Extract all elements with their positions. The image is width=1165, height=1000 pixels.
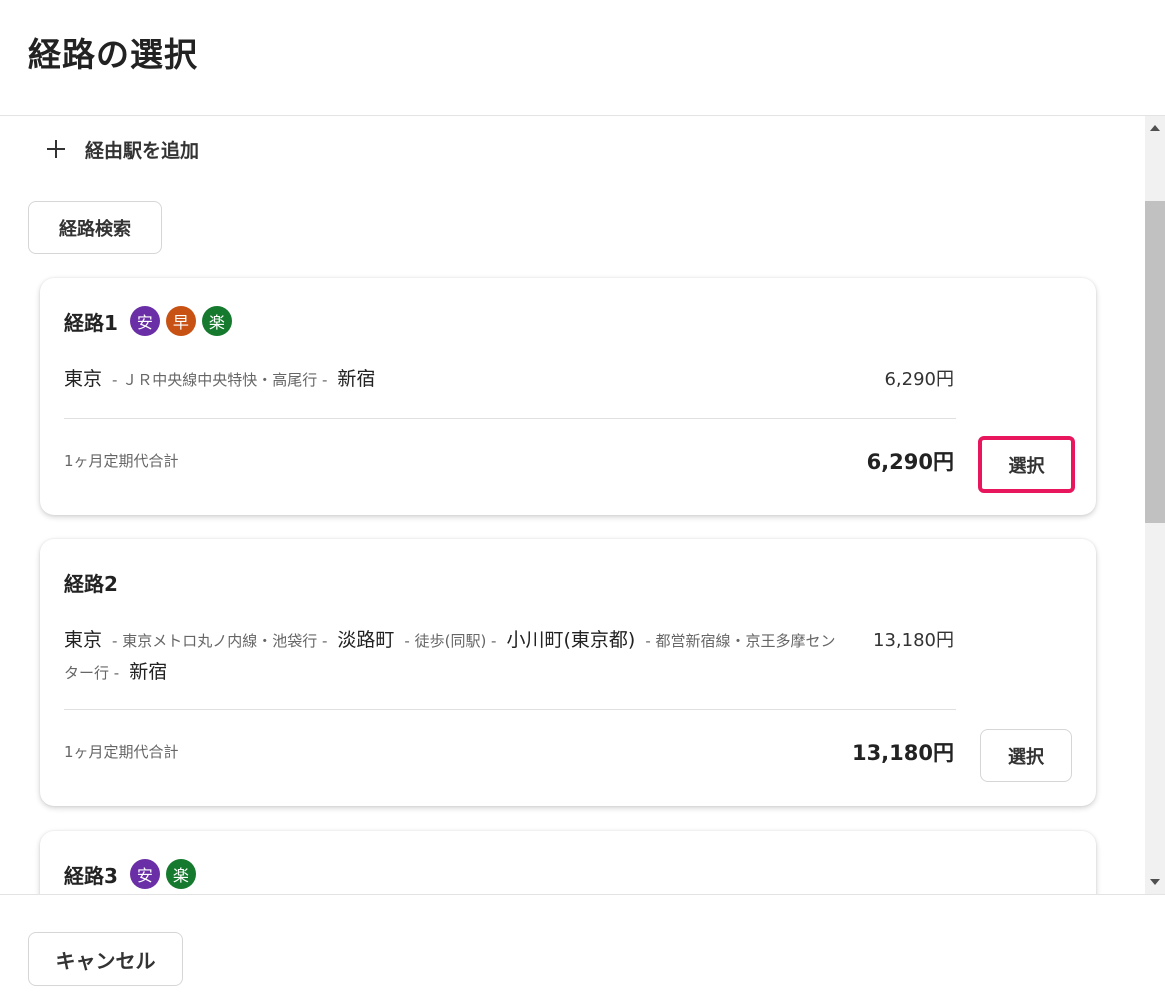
route-path: 東京 - 東京メトロ丸ノ内線・池袋行 - 淡路町 - 徒歩(同駅) - 小川町(東京都)… <box>64 625 844 689</box>
select-route-1-button[interactable]: 選択 <box>978 436 1075 493</box>
select-route-2-button[interactable]: 選択 <box>980 729 1072 782</box>
station-name: 小川町(東京都) <box>506 629 636 651</box>
route-title: 経路3 <box>64 863 118 888</box>
cheap-badge: 安 <box>129 859 160 889</box>
line-name: - 徒歩(同駅) - <box>404 632 497 650</box>
route-title: 経路1 <box>64 310 118 335</box>
scrollbar-thumb[interactable] <box>1145 201 1165 523</box>
fast-badge: 早 <box>165 306 196 336</box>
route-title: 経路2 <box>64 571 118 596</box>
line-name: - ＪＲ中央線中央特快・高尾行 - <box>112 371 328 389</box>
station-name: 新宿 <box>129 661 168 683</box>
total-label: 1ヶ月定期代合計 <box>64 452 179 470</box>
route-price: 6,290円 <box>884 369 954 390</box>
route-title-row: 経路3 安 楽 <box>64 857 202 891</box>
dialog-footer: キャンセル <box>0 894 1165 1000</box>
route-list-scroll-area[interactable]: 経由駅を追加 経路検索 経路1 安 早 楽 東京 - ＪＲ中央線中央特快・高尾行 … <box>0 116 1165 894</box>
route-path: 東京 - ＪＲ中央線中央特快・高尾行 - 新宿 <box>64 364 844 396</box>
station-name: 淡路町 <box>337 629 395 651</box>
easy-badge: 楽 <box>165 859 196 889</box>
add-via-station-button[interactable]: 経由駅を追加 <box>44 134 199 164</box>
easy-badge: 楽 <box>201 306 232 336</box>
total-value: 13,180円 <box>851 741 954 765</box>
divider <box>64 709 956 710</box>
cheap-badge: 安 <box>129 306 160 336</box>
route-selection-dialog: 経路の選択 経由駅を追加 経路検索 経路1 安 早 楽 東京 - ＪＲ中央線中央特… <box>0 0 1165 1000</box>
station-name: 東京 <box>64 368 103 390</box>
scroll-down-arrow-icon[interactable] <box>1150 879 1160 885</box>
line-name: - 東京メトロ丸ノ内線・池袋行 - <box>112 632 328 650</box>
total-label: 1ヶ月定期代合計 <box>64 743 179 761</box>
vertical-scrollbar[interactable] <box>1145 116 1165 894</box>
route-card-1: 経路1 安 早 楽 東京 - ＪＲ中央線中央特快・高尾行 - 新宿 6,290円 1… <box>40 278 1096 515</box>
route-card-3: 経路3 安 楽 <box>40 831 1096 894</box>
cancel-button[interactable]: キャンセル <box>28 932 183 986</box>
divider <box>64 418 956 419</box>
total-value: 6,290円 <box>866 450 954 474</box>
route-price: 13,180円 <box>873 630 954 651</box>
station-name: 東京 <box>64 629 103 651</box>
station-name: 新宿 <box>337 368 376 390</box>
route-title-row: 経路2 <box>64 565 130 599</box>
add-via-label: 経由駅を追加 <box>85 139 200 162</box>
plus-icon <box>44 137 68 161</box>
dialog-header: 経路の選択 <box>0 0 1165 116</box>
route-card-2: 経路2 東京 - 東京メトロ丸ノ内線・池袋行 - 淡路町 - 徒歩(同駅) - 小川町(… <box>40 539 1096 806</box>
route-list: 経由駅を追加 経路検索 経路1 安 早 楽 東京 - ＪＲ中央線中央特快・高尾行 … <box>0 116 1145 894</box>
route-title-row: 経路1 安 早 楽 <box>64 304 238 338</box>
dialog-title: 経路の選択 <box>28 35 198 74</box>
scroll-up-arrow-icon[interactable] <box>1150 125 1160 131</box>
route-search-button[interactable]: 経路検索 <box>28 201 162 254</box>
